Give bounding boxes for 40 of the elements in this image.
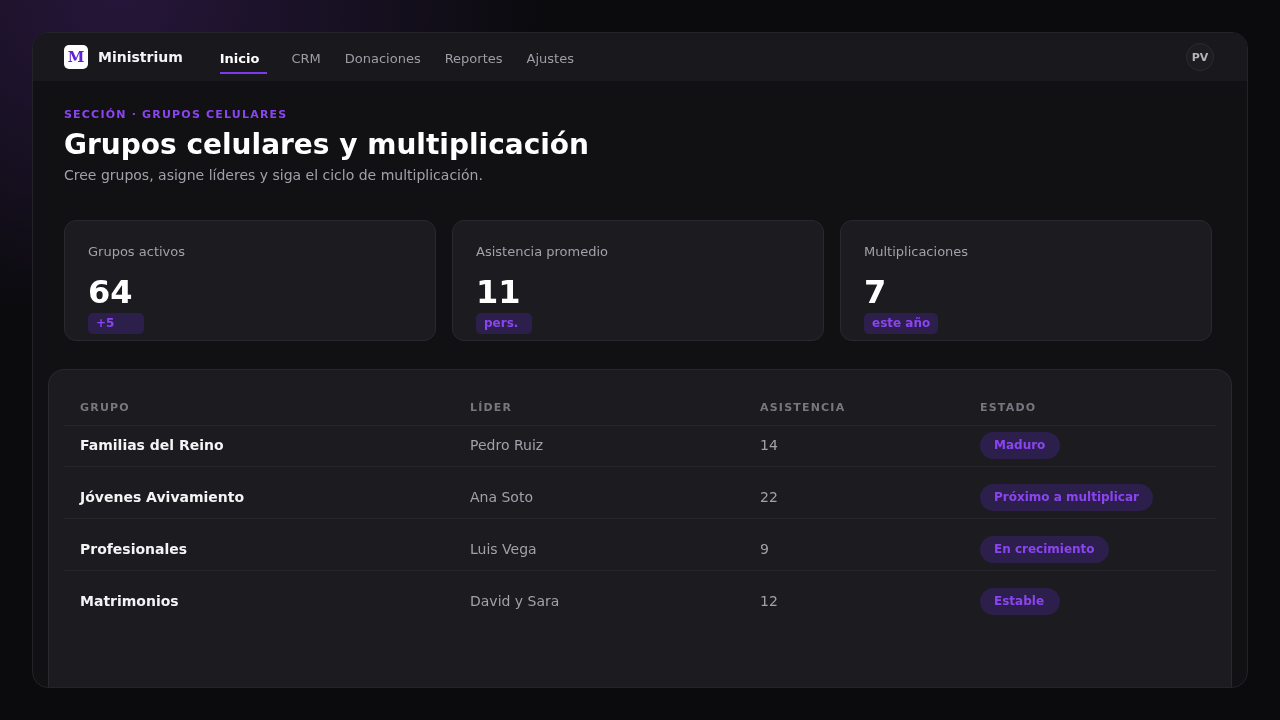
- group-name: Jóvenes Avivamiento: [80, 488, 245, 505]
- leader-name: David y Sara: [470, 592, 560, 609]
- page-subtitle: Cree grupos, asigne líderes y siga el ciclo de multiplicación.: [64, 166, 484, 185]
- group-name: Familias del Reino: [80, 436, 224, 453]
- stat-value: 64: [88, 274, 133, 310]
- leader-name: Pedro Ruiz: [470, 436, 544, 453]
- logo-mark: M: [64, 45, 88, 69]
- status-tag: Maduro: [980, 432, 1060, 459]
- status-tag: En crecimiento: [980, 536, 1109, 563]
- nav-tab[interactable]: CRM: [291, 44, 321, 74]
- section-label: SECCIÓN · GRUPOS CELULARES: [64, 107, 289, 123]
- status-tag: Estable: [980, 588, 1060, 615]
- nav-tab[interactable]: Donaciones: [344, 44, 421, 74]
- stat-label: Asistencia promedio: [476, 243, 608, 261]
- page-title: Grupos celulares y multiplicación: [64, 127, 591, 163]
- stat-tag: +5: [88, 313, 144, 334]
- nav-tab[interactable]: Inicio: [219, 44, 268, 74]
- attendance-count: 9: [760, 540, 769, 557]
- group-name: Profesionales: [80, 540, 188, 557]
- stat-value: 7: [864, 274, 887, 310]
- group-name: Matrimonios: [80, 592, 179, 609]
- attendance-count: 14: [760, 436, 778, 453]
- leader-name: Luis Vega: [470, 540, 537, 557]
- stat-label: Grupos activos: [88, 243, 185, 261]
- status-tag: Próximo a multiplicar: [980, 484, 1153, 511]
- stat-value: 11: [476, 274, 521, 310]
- column-header: LÍDER: [470, 401, 513, 414]
- nav-tab[interactable]: Ajustes: [526, 44, 574, 74]
- user-avatar[interactable]: PV: [1186, 43, 1214, 71]
- stat-label: Multiplicaciones: [864, 243, 969, 261]
- brand-name: Ministrium: [98, 49, 183, 65]
- column-header: ASISTENCIA: [760, 401, 846, 414]
- stat-tag: pers.: [476, 313, 532, 334]
- column-header: ESTADO: [980, 401, 1037, 414]
- stat-tag: este año: [864, 313, 939, 334]
- leader-name: Ana Soto: [470, 488, 533, 505]
- nav-tab[interactable]: Reportes: [444, 44, 503, 74]
- attendance-count: 22: [760, 488, 778, 505]
- column-header: GRUPO: [80, 401, 130, 414]
- attendance-count: 12: [760, 592, 778, 609]
